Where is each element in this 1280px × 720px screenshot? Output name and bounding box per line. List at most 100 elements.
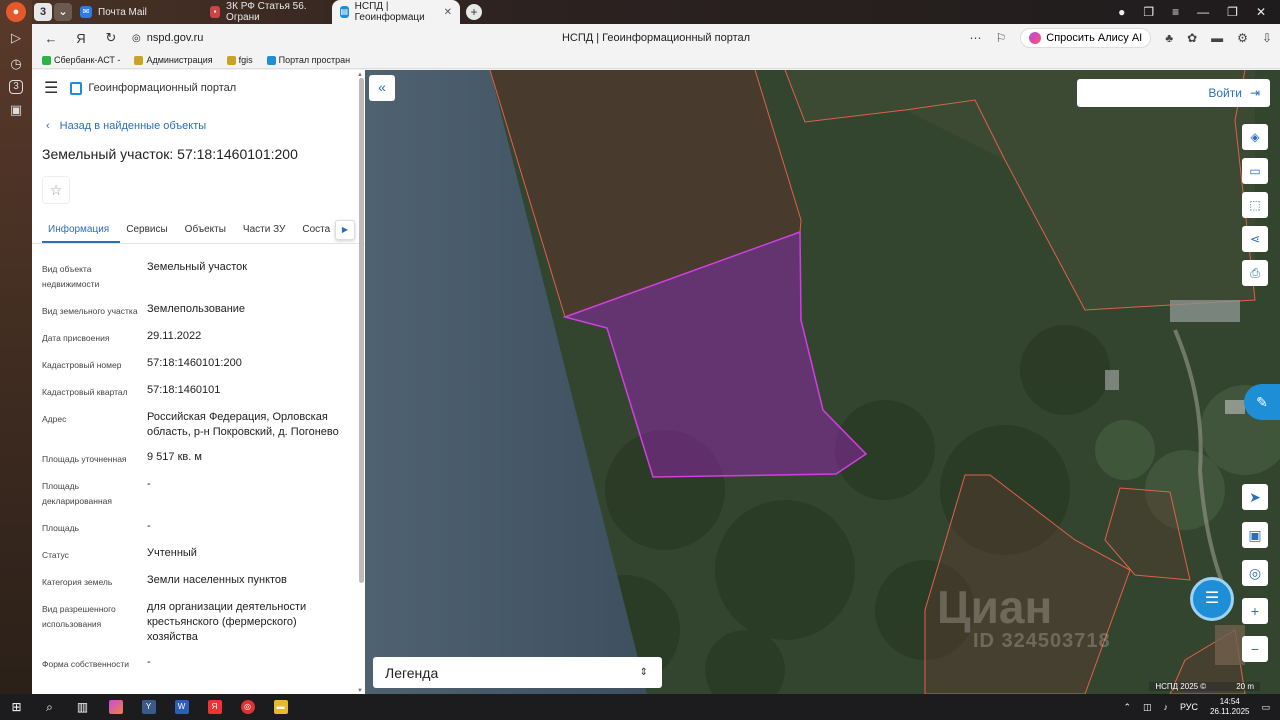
screenshot-icon[interactable]: ▣ <box>6 100 26 120</box>
info-panel: ☰ Геоинформационный портал ‹ Назад в най… <box>32 70 365 694</box>
property-value: 57:18:1460101:200 <box>147 357 242 369</box>
bookmark-label: Администрация <box>146 55 213 65</box>
tab-list-chevron-icon[interactable]: ⌄ <box>54 3 72 21</box>
extension-icon[interactable]: ✿ <box>1187 31 1197 45</box>
property-row: Кадастровый номер 57:18:1460101:200 <box>42 356 365 373</box>
clock[interactable]: 14:54 26.11.2025 <box>1210 697 1249 717</box>
sber-icon <box>42 55 51 65</box>
history-icon[interactable]: ◷ <box>6 54 26 74</box>
panel-scrollbar[interactable]: ▲ ▼ <box>357 72 365 694</box>
scrollbar-thumb[interactable] <box>359 78 364 583</box>
site-info-icon[interactable]: ◎ <box>132 33 141 44</box>
ask-alisa-button[interactable]: Спросить Алису AI <box>1020 28 1152 48</box>
portal-logo[interactable]: Геоинформационный портал <box>70 81 236 95</box>
word-icon[interactable]: W <box>165 700 198 714</box>
satellite-map <box>365 70 1280 694</box>
download-icon[interactable]: ⇩ <box>1262 31 1272 45</box>
profile-avatar[interactable]: ● <box>6 2 26 22</box>
bookmarks-bar: Сбербанк-АСТ - Администрация fgis Портал… <box>32 52 1280 69</box>
legend-dropdown[interactable]: Легенда ⇕ <box>373 657 662 688</box>
tab-zk-rf[interactable]: ▪ ЗК РФ Статья 56. Ограни <box>202 0 332 24</box>
tab-parts[interactable]: Части ЗУ <box>237 218 296 243</box>
copilot-icon[interactable] <box>99 700 132 714</box>
new-tab-button[interactable]: + <box>466 4 482 20</box>
select-area-icon[interactable]: ⬚ <box>1242 192 1268 218</box>
extension-icon[interactable]: ▬ <box>1211 31 1223 45</box>
property-row: Площадь декларированная - <box>42 477 365 509</box>
navigate-icon[interactable]: ➤ <box>1242 484 1268 510</box>
property-value: Землепользование <box>147 303 246 315</box>
locate-icon[interactable]: ◎ <box>1242 560 1268 586</box>
bookmark-label: fgis <box>238 55 253 65</box>
chat-button-icon[interactable]: ☰ <box>1190 577 1234 621</box>
network-icon[interactable]: ◫ <box>1143 702 1152 713</box>
bookmark-fgis[interactable]: fgis <box>226 55 253 65</box>
zoom-in-icon[interactable]: + <box>1242 598 1268 624</box>
property-value: 9 517 кв. м <box>147 451 202 463</box>
property-row: Площадь уточненная 9 517 кв. м <box>42 450 365 467</box>
layers-icon[interactable]: ◈ <box>1242 124 1268 150</box>
minimize-icon[interactable]: — <box>1197 5 1209 19</box>
property-row: Форма собственности - <box>42 655 365 672</box>
emblem-icon <box>134 55 144 65</box>
tab-nspd[interactable]: ▤ НСПД | Геоинформаци ✕ <box>332 0 460 24</box>
yandex-browser-icon[interactable]: Y <box>132 700 165 714</box>
collapse-panel-icon[interactable]: « <box>369 75 395 101</box>
yandex-icon[interactable]: Я <box>70 31 92 46</box>
back-to-results-link[interactable]: ‹ Назад в найденные объекты <box>46 120 365 132</box>
collections-icon[interactable]: ❐ <box>1143 5 1154 19</box>
share-icon[interactable]: ⋖ <box>1242 226 1268 252</box>
more-icon[interactable]: ⋯ <box>970 31 982 45</box>
properties-list: Вид объекта недвижимости Земельный участо… <box>32 244 365 672</box>
property-value: Земли населенных пунктов <box>147 574 287 586</box>
app-icon[interactable]: ◎ <box>231 700 264 714</box>
map-view[interactable]: « Войти ⇥ ◈ ▭ ⬚ ⋖ ⎙ ✎ Циан ID 324503718 … <box>365 70 1280 694</box>
favorite-star-icon[interactable]: ☆ <box>42 176 70 204</box>
language-indicator[interactable]: РУС <box>1180 702 1198 712</box>
login-button[interactable]: Войти ⇥ <box>1077 79 1270 107</box>
reload-icon[interactable]: ↻ <box>100 30 122 46</box>
notifications-icon[interactable]: ▭ <box>1261 702 1270 713</box>
downloads-icon[interactable]: ● <box>1118 5 1125 19</box>
tab-count-button[interactable]: 3 <box>34 3 52 21</box>
bookmark-sberbank[interactable]: Сбербанк-АСТ - <box>42 55 120 65</box>
search-icon[interactable]: ⌕ <box>33 700 66 715</box>
side-chat-icon[interactable]: ✎ <box>1244 384 1280 420</box>
close-tab-icon[interactable]: ✕ <box>444 7 452 18</box>
windows-start-icon[interactable]: ⊞ <box>0 700 33 714</box>
bookmark-administration[interactable]: Администрация <box>134 55 213 65</box>
yandex-icon[interactable]: Я <box>198 700 231 714</box>
ruler-icon[interactable]: ▭ <box>1242 158 1268 184</box>
watermark-id: ID 324503718 <box>973 630 1111 652</box>
tab-objects[interactable]: Объекты <box>179 218 237 243</box>
file-explorer-icon[interactable]: ▬ <box>264 700 297 714</box>
maximize-icon[interactable]: ❐ <box>1227 5 1238 19</box>
extension-icon[interactable]: ♣ <box>1165 31 1173 45</box>
tray-chevron-icon[interactable]: ⌃ <box>1123 702 1131 713</box>
document-icon: ▪ <box>210 6 221 18</box>
bookmark-label: Портал простран <box>278 55 351 65</box>
tabs-scroll-right-icon[interactable]: ▶ <box>335 220 355 240</box>
tabs-count-icon[interactable]: 3 <box>9 80 23 94</box>
print-icon[interactable]: ⎙ <box>1242 260 1268 286</box>
bookmark-icon[interactable]: ⚐ <box>996 31 1007 45</box>
url-field[interactable]: ◎ nspd.gov.ru <box>132 32 203 44</box>
address-bar: ← Я ↻ ◎ nspd.gov.ru НСПД | Геоинформацио… <box>32 24 1280 52</box>
task-view-icon[interactable]: ▥ <box>66 700 99 714</box>
tab-mail[interactable]: ✉ Почта Mail <box>72 0 202 24</box>
close-window-icon[interactable]: ✕ <box>1256 5 1266 19</box>
bookmark-portal[interactable]: Портал простран <box>266 55 351 65</box>
extensions-icon[interactable]: ⚙ <box>1237 31 1248 45</box>
tab-information[interactable]: Информация <box>42 218 121 243</box>
back-arrow-icon[interactable]: ← <box>40 31 62 46</box>
property-key: Вид разрешенного использования <box>42 604 116 629</box>
menu-icon[interactable]: ≡ <box>1172 5 1179 19</box>
play-icon[interactable]: ▷ <box>6 28 26 48</box>
zoom-out-icon[interactable]: − <box>1242 636 1268 662</box>
picture-in-picture-icon[interactable]: ▣ <box>1242 522 1268 548</box>
property-value: - <box>147 478 151 490</box>
tab-services[interactable]: Сервисы <box>120 218 178 243</box>
volume-icon[interactable]: ♪ <box>1164 702 1169 712</box>
watermark-brand: Циан <box>937 581 1053 633</box>
hamburger-menu-icon[interactable]: ☰ <box>44 78 58 98</box>
